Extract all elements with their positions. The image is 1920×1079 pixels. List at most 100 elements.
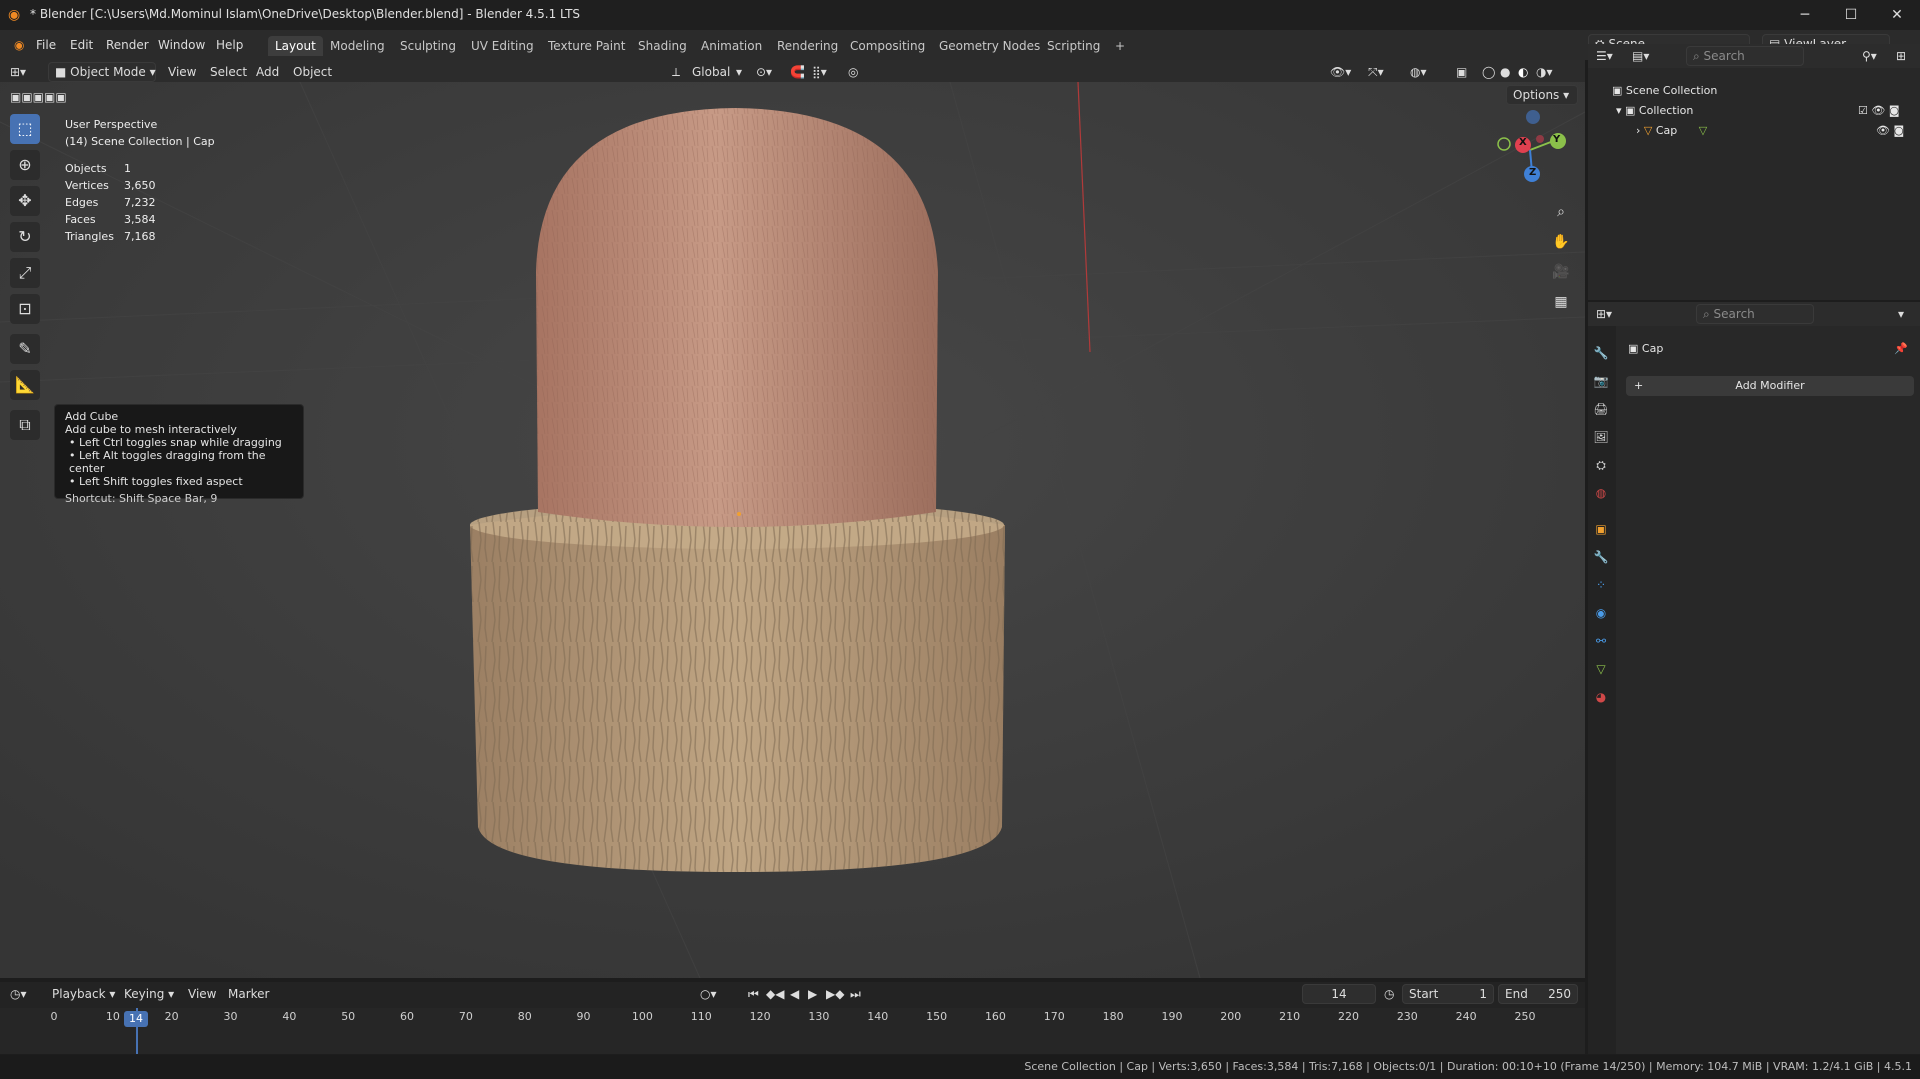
transform-orientation-icon[interactable]: ⟂ [672,63,680,81]
auto-keying-icon[interactable]: ○▾ [700,985,717,1003]
mode-selector[interactable]: ■ Object Mode ▾ [48,62,156,82]
annotate-tool-icon[interactable]: ✎ [10,334,40,364]
scene-collection-row[interactable]: ▣ Scene Collection [1612,84,1717,97]
menu-window[interactable]: Window [154,36,209,54]
maximize-button[interactable]: ☐ [1828,0,1874,30]
pivot-point-icon[interactable]: ⊙▾ [756,63,772,81]
new-collection-icon[interactable]: ⊞ [1896,47,1906,65]
solid-shading-icon[interactable]: ● [1500,63,1510,81]
collection-row[interactable]: ▾ ▣ Collection [1616,104,1693,117]
xray-toggle-icon[interactable]: ▣ [1456,63,1467,81]
keying-menu[interactable]: Keying ▾ [124,985,174,1003]
timeline-view-menu[interactable]: View [188,985,216,1003]
cursor-tool-icon[interactable]: ⊕ [10,150,40,180]
orientation-dropdown-icon[interactable]: ▾ [736,63,742,81]
jump-end-icon[interactable]: ⏭ [850,985,861,1003]
tab-shading[interactable]: Shading [631,36,694,56]
tab-layout[interactable]: Layout [268,36,323,56]
play-reverse-icon[interactable]: ◀ [790,985,799,1003]
rotate-tool-icon[interactable]: ↻ [10,222,40,252]
properties-editor-type-icon[interactable]: ⊞▾ [1596,305,1612,323]
perspective-toggle-icon[interactable]: ▦ [1549,290,1573,314]
prev-keyframe-icon[interactable]: ◆◀ [766,985,784,1003]
snap-target-icon[interactable]: ⣿▾ [812,63,827,81]
editor-type-icon[interactable]: ⊞▾ [10,63,26,81]
navigation-gizmo[interactable] [1490,110,1570,190]
object-tab-icon[interactable]: ▣ [1592,520,1610,538]
start-frame-field[interactable]: Start 1 [1402,984,1494,1004]
add-modifier-button[interactable]: + Add Modifier [1626,376,1914,396]
menu-edit[interactable]: Edit [66,36,97,54]
view-layer-tab-icon[interactable]: 🖼 [1592,428,1610,446]
tab-sculpting[interactable]: Sculpting [393,36,463,56]
tab-rendering[interactable]: Rendering [770,36,845,56]
jump-start-icon[interactable]: ⏮ [748,985,759,1003]
particles-tab-icon[interactable]: ⁘ [1592,576,1610,594]
cap-object-row[interactable]: › ▽ Cap ▽ [1636,124,1707,137]
scene-tab-icon[interactable]: ⛭ [1592,456,1610,474]
next-keyframe-icon[interactable]: ▶◆ [826,985,844,1003]
tab-scripting[interactable]: Scripting [1040,36,1107,56]
material-shading-icon[interactable]: ◐ [1518,63,1528,81]
render-tab-icon[interactable]: 📷 [1592,372,1610,390]
move-tool-icon[interactable]: ✥ [10,186,40,216]
menu-help[interactable]: Help [212,36,247,54]
display-mode-icon[interactable]: ▤▾ [1632,47,1649,65]
rendered-shading-icon[interactable]: ◑▾ [1536,63,1553,81]
playback-menu[interactable]: Playback ▾ [52,985,115,1003]
filter-icon[interactable]: ⚲▾ [1862,47,1877,65]
3d-viewport[interactable]: ▣▣▣▣▣ ⬚ ⊕ ✥ ↻ ⤢ ⊡ ✎ 📐 ⧉ User Perspective… [0,82,1585,978]
menu-select[interactable]: Select [210,63,247,81]
tab-modeling[interactable]: Modeling [323,36,392,56]
transform-tool-icon[interactable]: ⊡ [10,294,40,324]
timeline-track[interactable]: 0 10 20 30 40 50 60 70 80 90 100 110 120 130 140 150 160… [0,1008,1585,1054]
menu-object[interactable]: Object [293,63,332,81]
output-tab-icon[interactable]: 🖨 [1592,400,1610,418]
overlay-toggle-icon[interactable]: ◍▾ [1410,63,1427,81]
outliner-search-input[interactable]: ⌕ Search [1686,46,1804,66]
timeline-editor-type-icon[interactable]: ◷▾ [10,985,27,1003]
tab-compositing[interactable]: Compositing [843,36,932,56]
properties-options-icon[interactable]: ▾ [1898,305,1904,323]
tab-texture-paint[interactable]: Texture Paint [541,36,632,56]
preview-range-icon[interactable]: ◷ [1384,985,1394,1003]
tab-uv-editing[interactable]: UV Editing [464,36,541,56]
play-icon[interactable]: ▶ [808,985,817,1003]
constraints-tab-icon[interactable]: ⚯ [1592,632,1610,650]
options-button[interactable]: Options ▾ [1506,85,1578,105]
pin-icon[interactable]: 📌 [1894,342,1908,355]
measure-tool-icon[interactable]: 📐 [10,370,40,400]
proportional-edit-icon[interactable]: ◎ [848,63,858,81]
snap-toggle-icon[interactable]: 🧲 [790,63,805,81]
physics-tab-icon[interactable]: ◉ [1592,604,1610,622]
world-tab-icon[interactable]: ◍ [1592,484,1610,502]
visibility-icon[interactable]: 👁▾ [1330,63,1351,81]
modifier-tab-icon[interactable]: 🔧 [1592,548,1610,566]
marker-menu[interactable]: Marker [228,985,269,1003]
scale-tool-icon[interactable]: ⤢ [10,258,40,288]
pan-hand-icon[interactable]: ✋ [1549,230,1573,254]
add-cube-tool-icon[interactable]: ⧉ [10,410,40,440]
menu-view[interactable]: View [168,63,196,81]
gizmo-toggle-icon[interactable]: ⤧▾ [1368,63,1384,81]
mesh-data-tab-icon[interactable]: ▽ [1592,660,1610,678]
menu-file[interactable]: File [32,36,60,54]
cap-visibility-icons[interactable]: 👁 ◙ [1876,124,1904,137]
camera-view-icon[interactable]: 🎥 [1549,260,1573,284]
collection-visibility-icons[interactable]: ☑ 👁 ◙ [1858,104,1900,117]
blender-menu-icon[interactable]: ◉ [10,36,28,54]
close-button[interactable]: ✕ [1874,0,1920,30]
select-box-tool-icon[interactable]: ⬚ [10,114,40,144]
current-frame-field[interactable]: 14 [1302,984,1376,1004]
end-frame-field[interactable]: End 250 [1498,984,1578,1004]
outliner-editor-type-icon[interactable]: ☰▾ [1596,47,1613,65]
tab-geometry-nodes[interactable]: Geometry Nodes [932,36,1047,56]
tab-animation[interactable]: Animation [694,36,769,56]
menu-add[interactable]: Add [256,63,279,81]
tool-tab-icon[interactable]: 🔧 [1592,344,1610,362]
wireframe-shading-icon[interactable]: ◯ [1482,63,1495,81]
zoom-icon[interactable]: ⌕ [1549,200,1573,224]
orientation-selector[interactable]: Global [692,63,730,81]
add-workspace-button[interactable]: + [1108,36,1132,56]
material-tab-icon[interactable]: ◕ [1592,688,1610,706]
